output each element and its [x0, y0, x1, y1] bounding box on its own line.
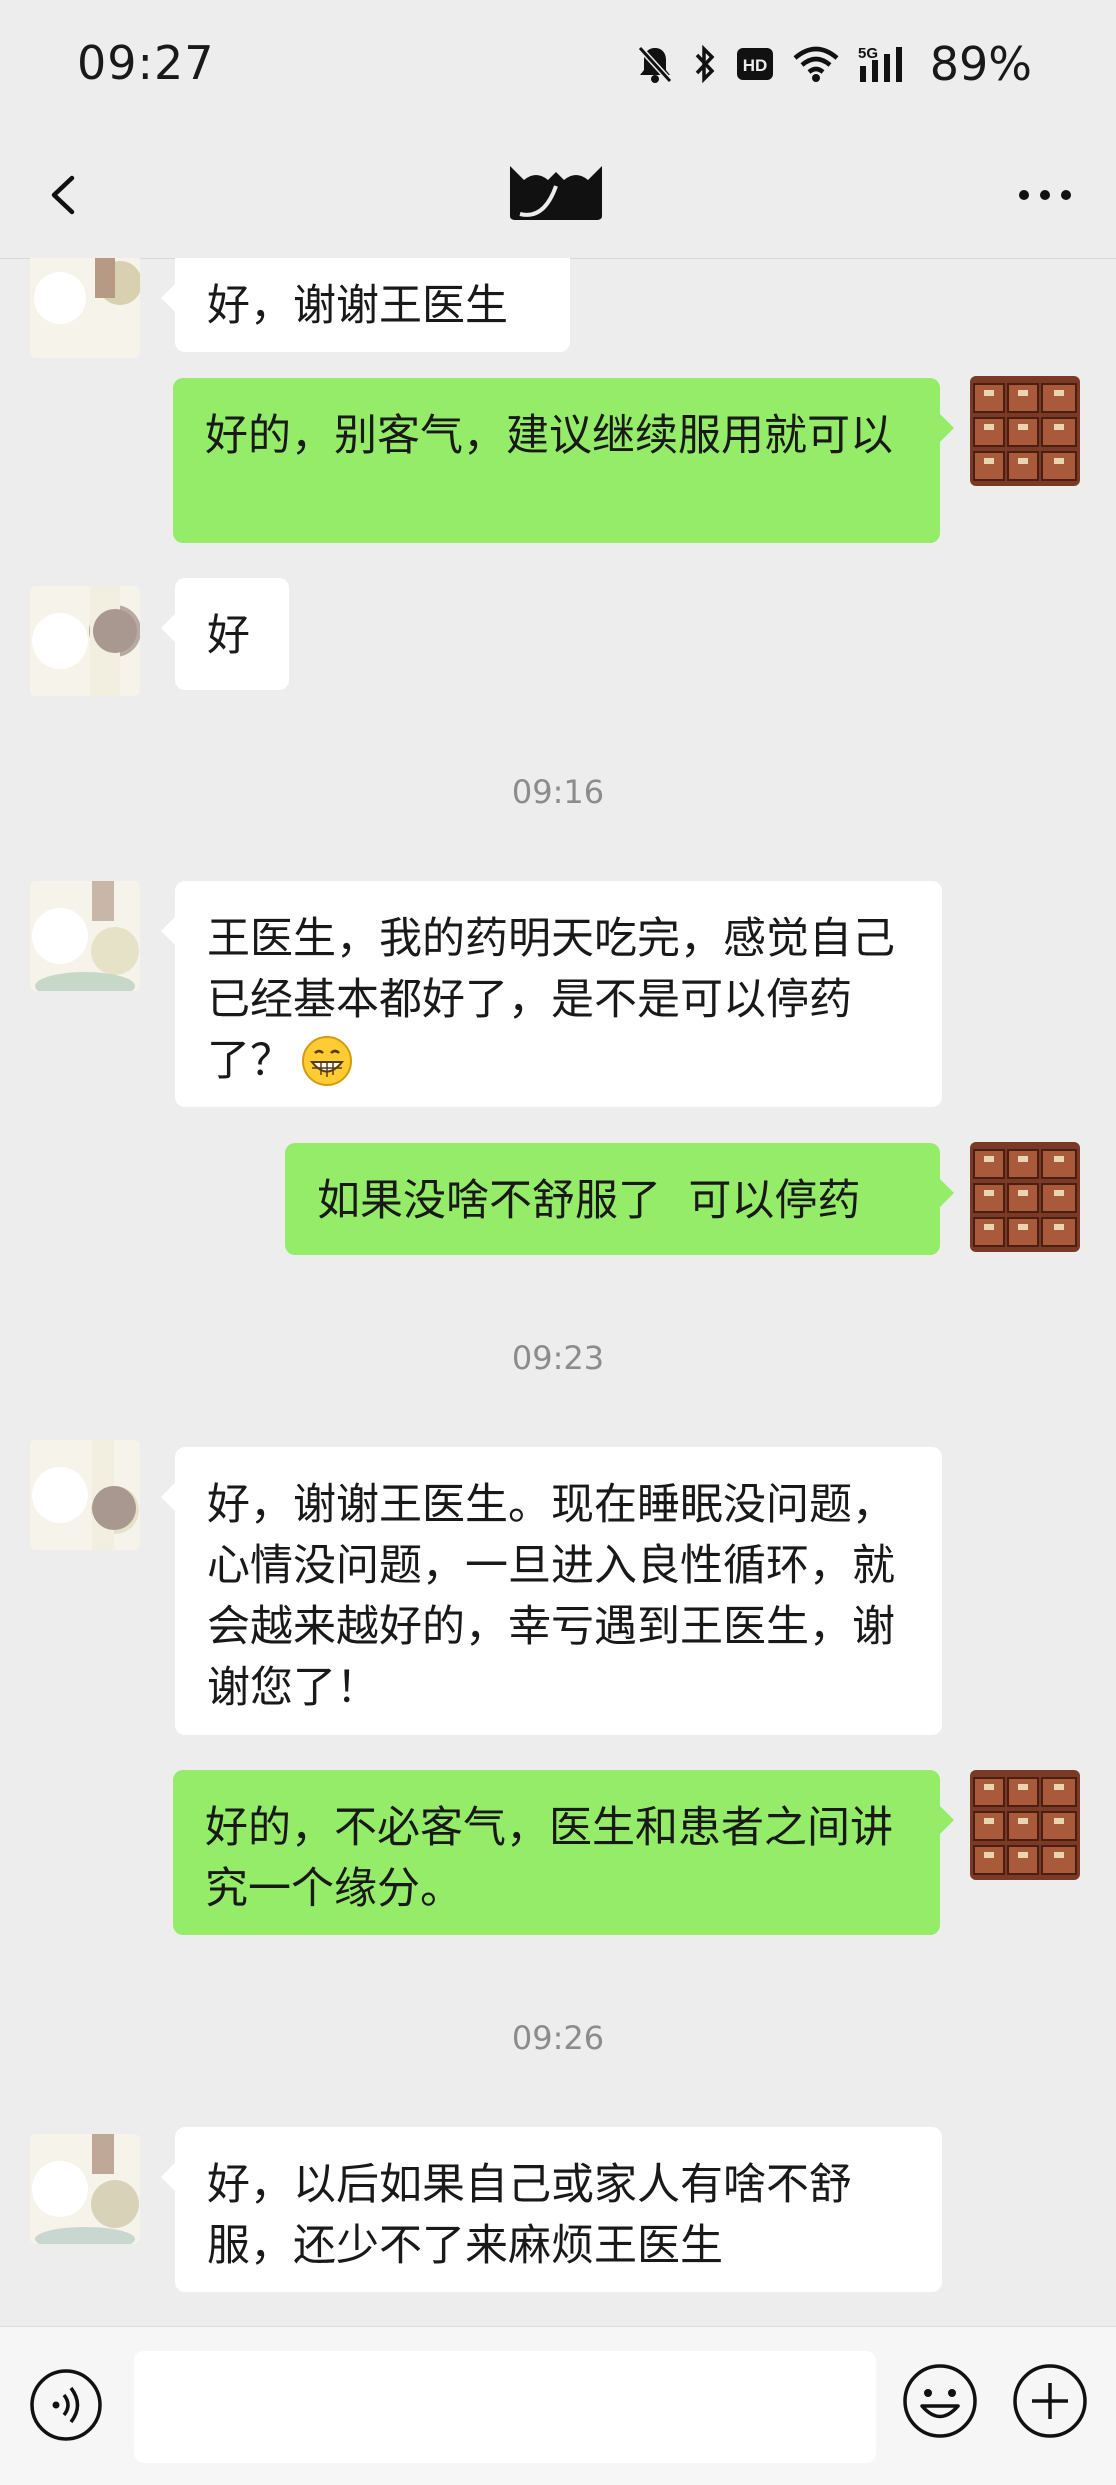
- message-bubble-incoming[interactable]: 好，谢谢王医生: [161, 258, 570, 352]
- message-bubble-incoming[interactable]: 好: [161, 578, 289, 690]
- contact-avatar[interactable]: [30, 2134, 140, 2244]
- emoji-icon: [903, 2364, 977, 2438]
- timestamp: 09:26: [511, 2019, 605, 2057]
- voice-input-icon: [30, 2369, 102, 2441]
- more-options-button[interactable]: [1010, 160, 1080, 230]
- message-list[interactable]: 好，谢谢王医生 好的，别客气，建议继续服用就可以 好 09:16 王医生，我的药…: [0, 258, 1116, 2326]
- message-input[interactable]: [134, 2351, 876, 2463]
- chevron-left-icon: [51, 175, 75, 215]
- more-dots-icon: [1019, 190, 1071, 200]
- grinning-face-emoji: [301, 1035, 353, 1087]
- svg-text:5G: 5G: [858, 45, 878, 62]
- battery-level: 89%: [929, 37, 1032, 91]
- hd-icon: HD: [736, 47, 774, 81]
- message-bubble-outgoing[interactable]: 好的，别客气，建议继续服用就可以: [173, 378, 954, 543]
- timestamp: 09:16: [511, 773, 605, 811]
- status-time: 09:27: [77, 36, 215, 90]
- contact-logo-icon: [508, 164, 604, 222]
- 5g-signal-icon: 5G: [858, 44, 908, 84]
- chat-header: [0, 130, 1116, 259]
- more-functions-button[interactable]: [1010, 2361, 1090, 2441]
- contact-avatar[interactable]: [30, 1440, 140, 1550]
- plus-icon: [1013, 2364, 1087, 2438]
- timestamp: 09:23: [511, 1339, 605, 1377]
- my-avatar[interactable]: [970, 1770, 1080, 1880]
- contact-avatar[interactable]: [30, 881, 140, 991]
- wifi-icon: [792, 45, 840, 83]
- my-avatar[interactable]: [970, 376, 1080, 486]
- status-bar: 09:27 HD 5G 89%: [0, 0, 1116, 130]
- voice-input-button[interactable]: [28, 2367, 104, 2443]
- message-bubble-incoming[interactable]: 好，以后如果自己或家人有啥不舒服，还少不了来麻烦王医生: [161, 2127, 942, 2292]
- contact-avatar[interactable]: [30, 258, 140, 358]
- mute-bell-icon: [636, 44, 674, 84]
- message-bubble-incoming[interactable]: 好，谢谢王医生。现在睡眠没问题，心情没问题，一旦进入良性循环，就会越来越好的，幸…: [161, 1447, 942, 1735]
- status-icons: HD 5G 89%: [636, 36, 1032, 92]
- contact-avatar[interactable]: [30, 586, 140, 696]
- back-button[interactable]: [36, 160, 96, 230]
- message-bubble-outgoing[interactable]: 如果没啥不舒服了 可以停药: [285, 1143, 954, 1255]
- my-avatar[interactable]: [970, 1142, 1080, 1252]
- message-bubble-incoming[interactable]: 王医生，我的药明天吃完，感觉自己已经基本都好了，是不是可以停药了？: [161, 881, 942, 1107]
- input-bar: [0, 2326, 1116, 2485]
- bluetooth-icon: [692, 44, 718, 84]
- svg-text:HD: HD: [742, 56, 767, 75]
- emoji-button[interactable]: [900, 2361, 980, 2441]
- message-bubble-outgoing[interactable]: 好的，不必客气，医生和患者之间讲究一个缘分。: [173, 1770, 954, 1935]
